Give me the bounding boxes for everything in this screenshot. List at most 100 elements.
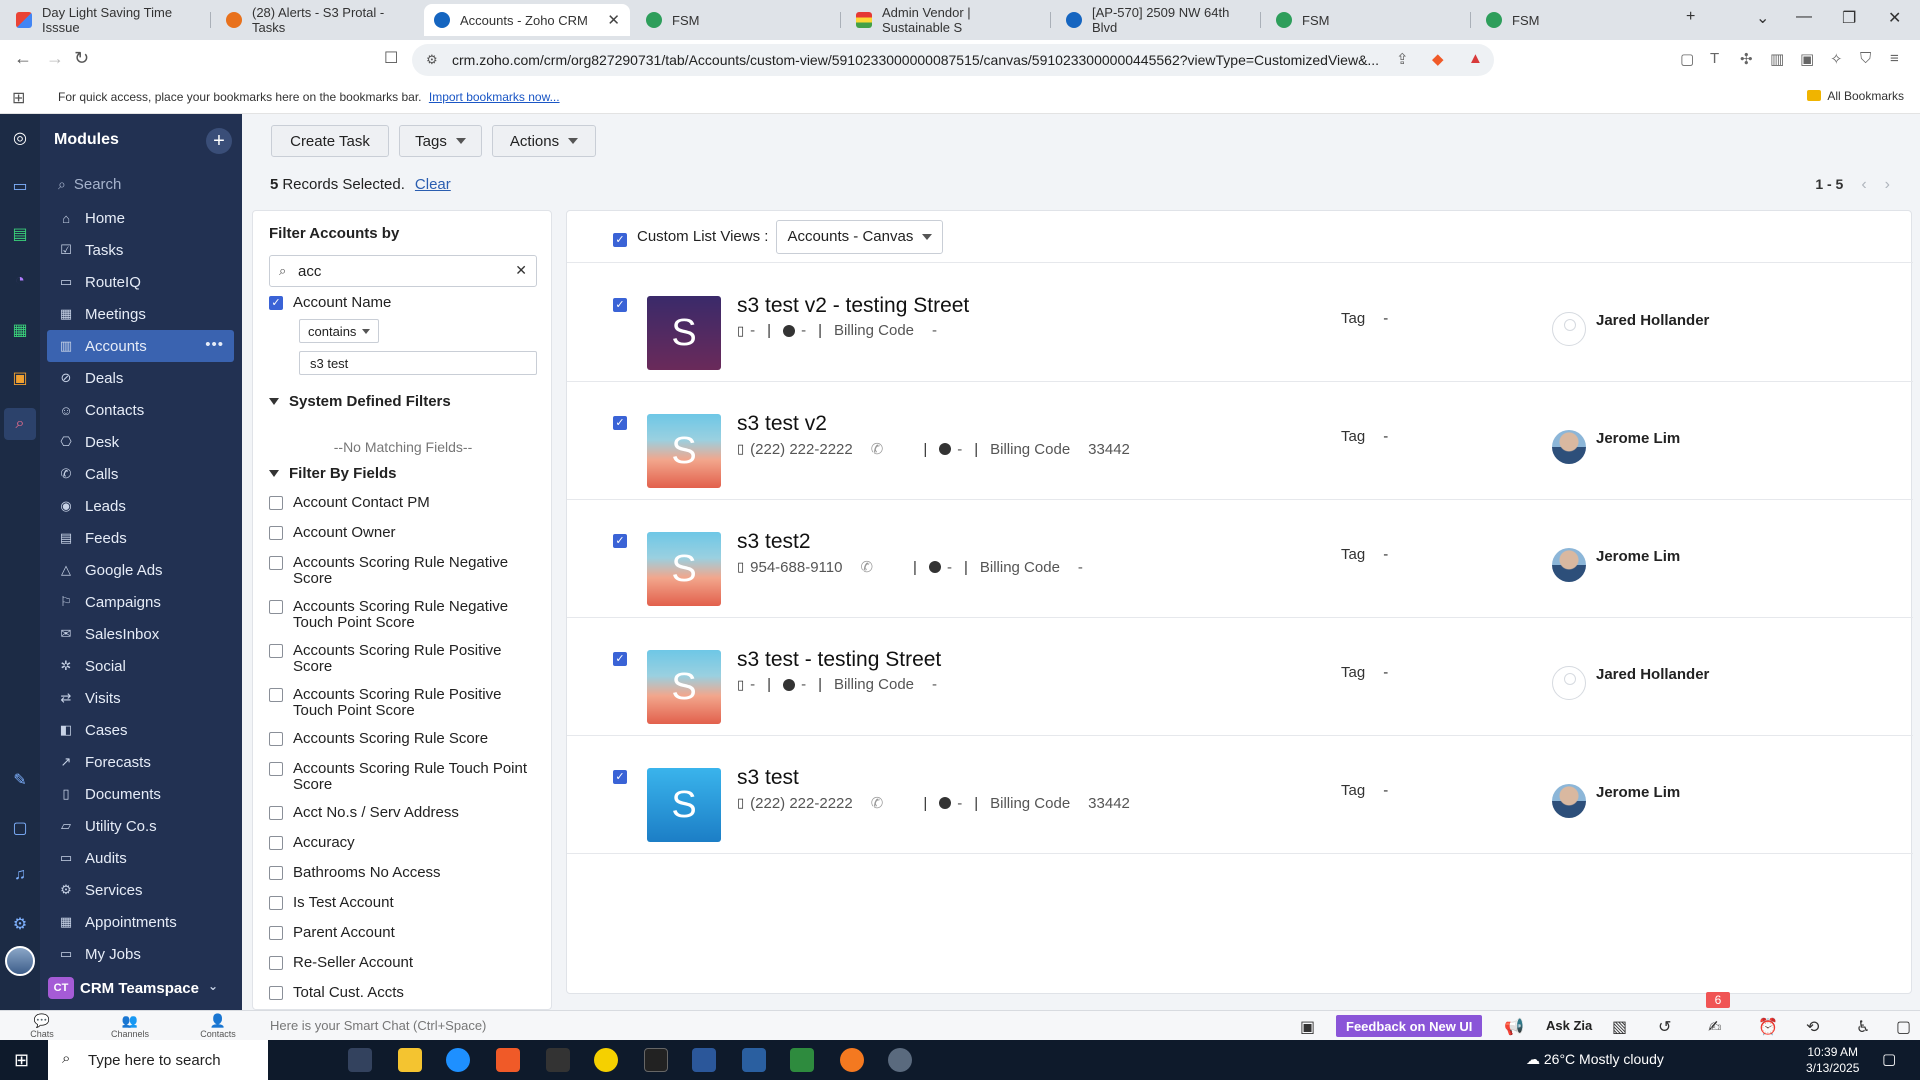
smart-chat-input[interactable]: Here is your Smart Chat (Ctrl+Space)	[270, 1018, 486, 1033]
actions-button[interactable]: Actions	[492, 125, 596, 157]
account-avatar[interactable]: S	[647, 650, 721, 724]
checkbox[interactable]	[269, 956, 283, 970]
account-name[interactable]: s3 test v2 - testing Street	[737, 294, 969, 318]
sidebar-item-feeds[interactable]: ▤ Feeds	[40, 522, 242, 554]
sidebar-item-accounts[interactable]: ▥ Accounts •••	[47, 330, 234, 362]
filter-field[interactable]: Accounts Scoring Rule Negative Score	[269, 555, 539, 587]
all-bookmarks-button[interactable]: All Bookmarks	[1807, 89, 1904, 103]
file-explorer-icon[interactable]	[398, 1048, 422, 1072]
back-icon[interactable]: ←	[14, 48, 32, 69]
account-avatar[interactable]: S	[647, 414, 721, 488]
checkbox[interactable]	[269, 806, 283, 820]
app-icon[interactable]	[594, 1048, 618, 1072]
row-checkbox[interactable]: ✓	[613, 298, 627, 312]
browser-tab[interactable]: (28) Alerts - S3 Protal - Tasks	[216, 4, 416, 36]
leo-ai-icon[interactable]: ✧	[1830, 50, 1843, 68]
brave-icon[interactable]	[496, 1048, 520, 1072]
app-icon[interactable]	[840, 1048, 864, 1072]
sidebar-item-routeiq[interactable]: ▭ RouteIQ	[40, 266, 242, 298]
row-checkbox[interactable]: ✓	[613, 652, 627, 666]
filter-field[interactable]: Re-Seller Account	[269, 955, 539, 971]
filter-field[interactable]: Accounts Scoring Rule Positive Score	[269, 643, 539, 675]
checkbox[interactable]	[269, 866, 283, 880]
import-bookmarks-link[interactable]: Import bookmarks now...	[429, 90, 560, 104]
url-field[interactable]: ⚙ crm.zoho.com/crm/org827290731/tab/Acco…	[412, 44, 1494, 76]
sidebar-item-google-ads[interactable]: △ Google Ads	[40, 554, 242, 586]
apps-grid-icon[interactable]: ⊞	[12, 88, 25, 108]
analytics-icon[interactable]: ▧	[1612, 1017, 1627, 1037]
filter-field[interactable]: Bathrooms No Access	[269, 865, 539, 881]
word-icon[interactable]	[692, 1048, 716, 1072]
filter-by-fields-section[interactable]: Filter By Fields	[269, 465, 397, 482]
teamspace-switcher[interactable]: CT CRM Teamspace ⌄	[40, 966, 242, 1010]
row-checkbox[interactable]: ✓	[613, 416, 627, 430]
sidebar-item-utility[interactable]: ▱ Utility Co.s	[40, 810, 242, 842]
account-avatar[interactable]: S	[647, 532, 721, 606]
chats-button[interactable]: 💬 Chats	[18, 1013, 66, 1039]
recent-icon[interactable]: ↺	[1658, 1017, 1671, 1037]
filter-field[interactable]: Is Test Account	[269, 895, 539, 911]
checkbox[interactable]	[269, 496, 283, 510]
checkbox[interactable]	[269, 688, 283, 702]
vpn-icon[interactable]: ⛉	[1860, 50, 1871, 67]
edge-icon[interactable]	[446, 1048, 470, 1072]
filter-field[interactable]: Accounts Scoring Rule Negative Touch Poi…	[269, 599, 539, 631]
site-info-icon[interactable]: ⚙	[426, 52, 438, 68]
folder-icon[interactable]: ▭	[10, 176, 30, 196]
browser-tab[interactable]: FSM	[636, 4, 836, 36]
brave-shield-icon[interactable]: ◆	[1432, 50, 1444, 68]
system-clock[interactable]: 10:39 AM 3/13/2025	[1806, 1044, 1859, 1076]
account-avatar[interactable]: S	[647, 296, 721, 370]
settings-icon[interactable]	[888, 1048, 912, 1072]
settings-icon[interactable]: ⚙	[10, 914, 30, 934]
sidebar-item-services[interactable]: ⚙ Services	[40, 874, 242, 906]
list-view-select[interactable]: Accounts - Canvas	[776, 219, 944, 254]
next-page-icon[interactable]: ›	[1885, 176, 1890, 193]
ask-zia-button[interactable]: Ask Zia	[1546, 1018, 1592, 1033]
clear-selection-link[interactable]: Clear	[415, 176, 451, 193]
system-filters-section[interactable]: System Defined Filters	[269, 393, 451, 410]
dashboard-icon[interactable]: ▣	[1300, 1017, 1315, 1037]
notifications-icon[interactable]: ♫	[10, 866, 30, 886]
sidebar-item-campaigns[interactable]: ⚐ Campaigns	[40, 586, 242, 618]
checkbox[interactable]	[269, 836, 283, 850]
browser-tab-active[interactable]: Accounts - Zoho CRM ✕	[424, 4, 630, 36]
wallet-icon[interactable]: ▣	[1800, 50, 1814, 68]
browser-tab[interactable]: Admin Vendor | Sustainable S	[846, 4, 1046, 36]
account-name[interactable]: s3 test2	[737, 530, 811, 554]
reports-icon[interactable]: ▦	[10, 320, 30, 340]
sidebar-item-appointments[interactable]: ▦ Appointments	[40, 906, 242, 938]
sidebar-item-tasks[interactable]: ☑ Tasks	[40, 234, 242, 266]
app-icon[interactable]	[790, 1048, 814, 1072]
brave-rewards-icon[interactable]: ▲	[1468, 50, 1483, 67]
filter-field[interactable]: Accounts Scoring Rule Positive Touch Poi…	[269, 687, 539, 719]
filter-field[interactable]: Accounts Scoring Rule Touch Point Score	[269, 761, 539, 793]
checkbox-checked[interactable]: ✓	[269, 296, 283, 310]
search-module-icon[interactable]: ⌕	[4, 408, 36, 440]
announcement-icon[interactable]: 📢	[1504, 1017, 1524, 1037]
sidebar-item-desk[interactable]: ⎔ Desk	[40, 426, 242, 458]
sidebar-item-visits[interactable]: ⇄ Visits	[40, 682, 242, 714]
record-row[interactable]: ✓ S s3 test v2 - testing Street ▯ - | - |…	[567, 264, 1913, 382]
restore-icon[interactable]: ❐	[1842, 8, 1856, 28]
record-row[interactable]: ✓ S s3 test ▯ (222) 222-2222 ✆ | - | Billi…	[567, 736, 1913, 854]
filter-value-input[interactable]: s3 test	[299, 351, 537, 375]
filter-account-name[interactable]: ✓ Account Name	[269, 295, 539, 311]
checkbox[interactable]	[269, 526, 283, 540]
add-module-button[interactable]: +	[206, 128, 232, 154]
operator-select[interactable]: contains	[299, 319, 380, 343]
sidebar-item-meetings[interactable]: ▦ Meetings	[40, 298, 242, 330]
sidebar-item-home[interactable]: ⌂ Home	[40, 202, 242, 234]
call-icon[interactable]: ✆	[871, 794, 884, 812]
more-options-icon[interactable]: •••	[205, 336, 224, 353]
accessibility-icon[interactable]: ♿	[1856, 1017, 1870, 1037]
windows-start-icon[interactable]: ⊞	[14, 1050, 29, 1071]
checkbox[interactable]	[269, 762, 283, 776]
sidebar-item-calls[interactable]: ✆ Calls	[40, 458, 242, 490]
calendar-icon[interactable]: ▢	[10, 818, 30, 838]
weather-widget[interactable]: ☁ 26°C Mostly cloudy	[1526, 1051, 1664, 1068]
sidebar-item-leads[interactable]: ◉ Leads	[40, 490, 242, 522]
filter-field[interactable]: Total Cust. Accts	[269, 985, 539, 1001]
sidebar-item-social[interactable]: ✲ Social	[40, 650, 242, 682]
checkbox[interactable]	[269, 986, 283, 1000]
